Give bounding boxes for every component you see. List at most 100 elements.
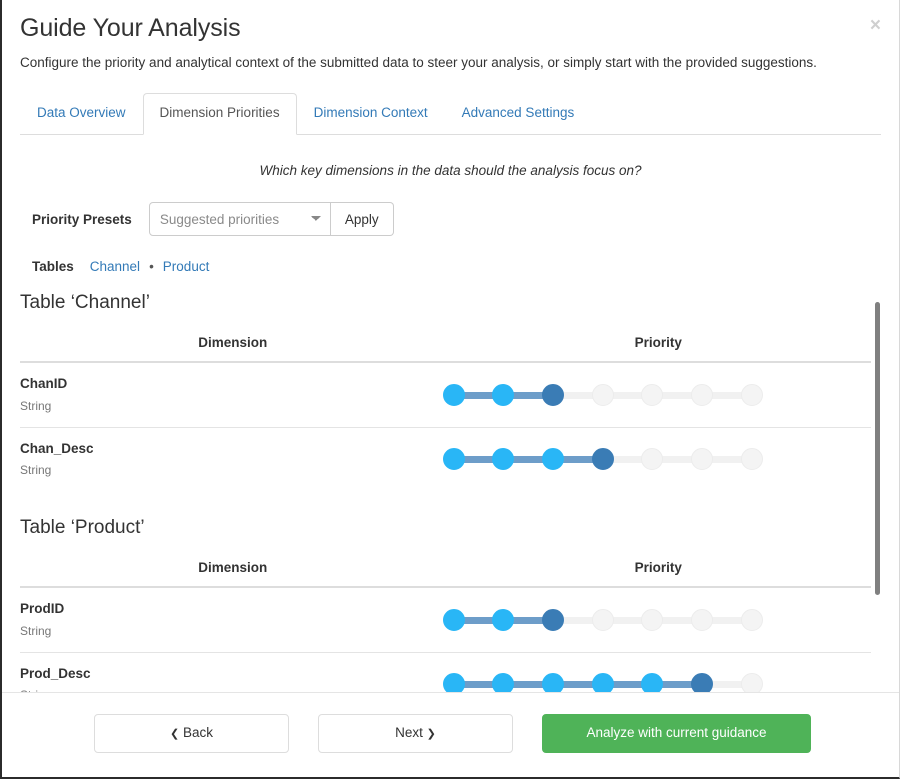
- priority-presets-label: Priority Presets: [32, 211, 132, 227]
- slider-step-3[interactable]: [541, 383, 564, 406]
- modal-subtitle: Configure the priority and analytical co…: [20, 55, 817, 70]
- tables-nav: Tables Channel • Product: [32, 259, 899, 274]
- modal-footer: ❮ Back Next ❯ Analyze with current guida…: [2, 692, 899, 777]
- priority-cell: [442, 362, 872, 427]
- slider-step-7[interactable]: [740, 673, 763, 693]
- slider-step-4[interactable]: [591, 448, 614, 471]
- priority-slider[interactable]: [442, 673, 763, 693]
- column-header-dimension: Dimension: [20, 560, 446, 589]
- chevron-right-icon: ❯: [426, 728, 436, 741]
- slider-step-3[interactable]: [541, 608, 564, 631]
- priority-preset-select[interactable]: Suggested priorities: [148, 202, 331, 237]
- dimension-priority-table: DimensionPriority ProdID String Prod_Desc St…: [20, 560, 871, 693]
- table-row: Chan_Desc String: [20, 426, 871, 492]
- slider-step-1[interactable]: [442, 448, 465, 471]
- slider-step-2[interactable]: [492, 673, 515, 693]
- dimension-name: ProdID: [20, 601, 65, 617]
- tables-nav-link-product[interactable]: Product: [163, 259, 210, 274]
- table-header-row: Dimension Priority: [20, 560, 871, 589]
- slider-step-5[interactable]: [641, 673, 664, 693]
- slider-fill: [453, 456, 603, 464]
- back-button-label: Back: [182, 725, 213, 741]
- back-button[interactable]: ❮ Back: [94, 714, 289, 753]
- table-title: Table ‘Product’: [20, 517, 145, 539]
- slider-step-4[interactable]: [591, 383, 614, 406]
- slider-step-5[interactable]: [641, 608, 664, 631]
- dimension-name: Chan_Desc: [20, 440, 94, 456]
- slider-step-7[interactable]: [740, 383, 763, 406]
- dimension-priorities-scroll-area[interactable]: Table ‘Channel’ Dimension Priority ChanID St…: [2, 292, 899, 693]
- slider-fill: [453, 681, 702, 689]
- slider-step-6[interactable]: [690, 608, 713, 631]
- slider-step-4[interactable]: [591, 608, 614, 631]
- dimension-type: String: [20, 623, 52, 638]
- modal-header: × Guide Your Analysis Configure the prio…: [2, 0, 899, 72]
- priority-cell: [442, 426, 871, 492]
- dimension-cell: ProdID String: [20, 587, 446, 652]
- slider-step-6[interactable]: [690, 673, 713, 693]
- slider-step-3[interactable]: [541, 673, 564, 693]
- dimension-type: String: [20, 463, 52, 478]
- slider-step-1[interactable]: [442, 383, 465, 406]
- tab-label: Data Overview: [37, 105, 126, 121]
- dimension-type: String: [20, 688, 446, 692]
- tab-dimension-context[interactable]: Dimension Context: [297, 93, 445, 135]
- slider-step-5[interactable]: [641, 383, 664, 406]
- dimension-name: Prod_Desc: [20, 665, 91, 681]
- chevron-left-icon: ❮: [170, 728, 180, 741]
- slider-step-7[interactable]: [740, 448, 763, 471]
- priority-slider[interactable]: [442, 448, 763, 471]
- priority-presets-row: Priority Presets Suggested priorities Ap…: [32, 202, 899, 237]
- dimension-name: ChanID: [20, 376, 68, 392]
- tables-nav-label: Tables: [32, 259, 74, 275]
- slider-step-6[interactable]: [690, 383, 713, 406]
- guide-analysis-modal: × Guide Your Analysis Configure the prio…: [0, 0, 900, 779]
- table-row: Prod_Desc String: [20, 651, 871, 693]
- column-header-priority: Priority: [445, 335, 871, 364]
- tables-container: Table ‘Channel’ Dimension Priority ChanID St…: [20, 292, 881, 693]
- tab-dimension-priorities[interactable]: Dimension Priorities: [142, 93, 297, 136]
- table-block: Table ‘Product’ Dimension Priority ProdID St…: [20, 517, 871, 693]
- priority-cell: [442, 651, 871, 693]
- slider-step-2[interactable]: [492, 448, 515, 471]
- table-row: ChanID String: [20, 362, 871, 427]
- priority-slider[interactable]: [442, 383, 763, 406]
- slider-step-4[interactable]: [591, 673, 614, 693]
- slider-step-6[interactable]: [690, 448, 713, 471]
- slider-step-1[interactable]: [442, 673, 465, 693]
- table-row: ProdID String: [20, 587, 871, 652]
- priority-cell: [442, 587, 872, 652]
- tables-nav-separator: •: [149, 259, 154, 275]
- dimension-type: String: [20, 399, 52, 413]
- dimension-cell: ChanID String: [20, 362, 446, 427]
- apply-preset-button[interactable]: Apply: [330, 202, 394, 237]
- slider-step-5[interactable]: [641, 448, 664, 471]
- table-title: Table ‘Channel’: [20, 292, 150, 314]
- preset-input-group: Suggested priorities Apply: [148, 202, 394, 237]
- tab-bar: Data Overview Dimension Priorities Dimensi…: [20, 93, 881, 136]
- slider-step-1[interactable]: [442, 608, 465, 631]
- slider-step-2[interactable]: [492, 383, 515, 406]
- dimension-priority-table: Dimension Priority ChanID String Chan_Desc St…: [20, 335, 871, 492]
- dimension-cell: Prod_Desc String: [20, 651, 446, 693]
- tab-label: Dimension Context: [313, 105, 428, 121]
- column-header-priority: Priority: [445, 560, 871, 589]
- slider-step-7[interactable]: [740, 608, 763, 631]
- table-header-row: Dimension Priority: [20, 335, 871, 364]
- close-icon[interactable]: ×: [866, 14, 885, 37]
- tab-data-overview[interactable]: Data Overview: [20, 93, 143, 135]
- column-header-dimension: Dimension: [20, 335, 446, 364]
- analyze-button[interactable]: Analyze with current guidance: [542, 714, 811, 753]
- slider-step-3[interactable]: [541, 448, 564, 471]
- table-block: Table ‘Channel’ Dimension Priority ChanID St…: [20, 292, 871, 492]
- focus-question: Which key dimensions in the data should …: [259, 163, 642, 179]
- scrollbar-thumb[interactable]: [875, 302, 880, 596]
- next-button[interactable]: Next ❯: [318, 714, 513, 753]
- tables-nav-link-channel[interactable]: Channel: [90, 259, 140, 274]
- slider-step-2[interactable]: [492, 608, 515, 631]
- tab-label: Dimension Priorities: [159, 105, 280, 121]
- tab-advanced-settings[interactable]: Advanced Settings: [445, 93, 592, 135]
- tab-label: Advanced Settings: [461, 105, 575, 121]
- next-button-label: Next: [395, 725, 423, 741]
- priority-slider[interactable]: [442, 608, 763, 631]
